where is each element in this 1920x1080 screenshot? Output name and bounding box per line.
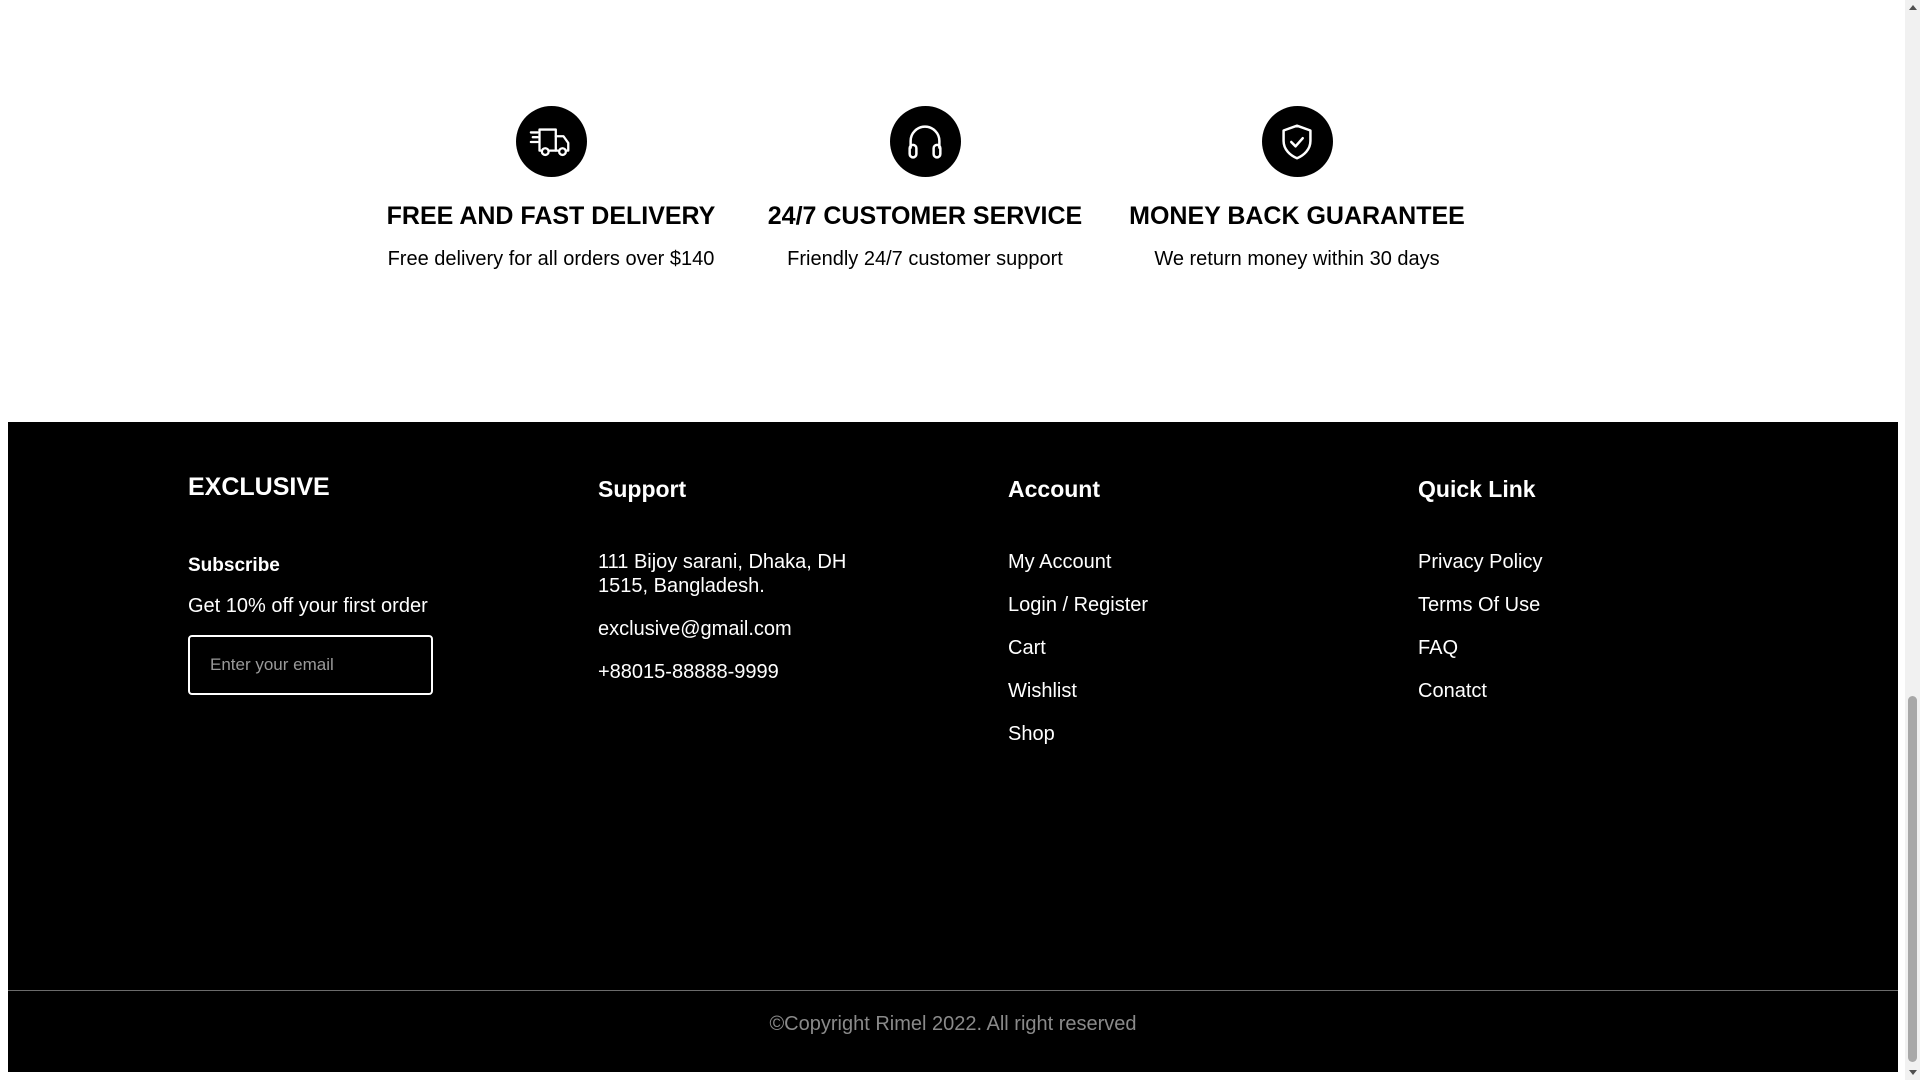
link-shop[interactable]: Shop: [1008, 722, 1388, 746]
support-list: 111 Bijoy sarani, Dhaka, DH 1515, Bangla…: [598, 550, 978, 684]
feature-title: FREE AND FAST DELIVERY: [386, 202, 716, 230]
feature-description: Friendly 24/7 customer support: [787, 248, 1063, 270]
support-address: 111 Bijoy sarani, Dhaka, DH 1515, Bangla…: [598, 550, 868, 598]
link-faq[interactable]: FAQ: [1418, 636, 1798, 660]
subscribe-title: Subscribe: [188, 555, 280, 576]
account-heading: Account: [1008, 476, 1100, 502]
feature-description: Free delivery for all orders over $140: [387, 248, 715, 270]
link-cart[interactable]: Cart: [1008, 636, 1388, 660]
link-login-register[interactable]: Login / Register: [1008, 593, 1388, 617]
feature-title: MONEY BACK GUARANTEE: [1129, 202, 1465, 230]
footer-divider: [8, 990, 1898, 991]
scroll-up-arrow-icon[interactable]: [1905, 0, 1920, 15]
link-my-account[interactable]: My Account: [1008, 550, 1388, 574]
link-contact[interactable]: Conatct: [1418, 679, 1798, 703]
link-terms-of-use[interactable]: Terms Of Use: [1418, 593, 1798, 617]
feature-customer-service: 24/7 CUSTOMER SERVICE Friendly 24/7 cust…: [725, 106, 1125, 271]
support-phone[interactable]: +88015-88888-9999: [598, 660, 978, 684]
vertical-scrollbar[interactable]: [1905, 0, 1920, 1080]
address-line-1: 111 Bijoy sarani, Dhaka, DH: [598, 551, 847, 573]
support-email[interactable]: exclusive@gmail.com: [598, 617, 978, 641]
quick-link-heading: Quick Link: [1418, 476, 1536, 502]
headphones-icon: [889, 106, 961, 177]
link-wishlist[interactable]: Wishlist: [1008, 679, 1388, 703]
feature-description: We return money within 30 days: [1154, 248, 1440, 270]
footer-quick-link-column: Quick Link Privacy Policy Terms Of Use F…: [1418, 472, 1798, 722]
link-privacy-policy[interactable]: Privacy Policy: [1418, 550, 1798, 574]
quick-links: Privacy Policy Terms Of Use FAQ Conatct: [1418, 550, 1798, 703]
brand-logo[interactable]: EXCLUSIVE: [188, 472, 568, 502]
delivery-truck-icon: [515, 106, 587, 177]
feature-money-back: MONEY BACK GUARANTEE We return money wit…: [1097, 106, 1497, 271]
copyright-text: ©Copyright Rimel 2022. All right reserve…: [769, 1013, 1137, 1035]
feature-delivery: FREE AND FAST DELIVERY Free delivery for…: [351, 106, 751, 271]
footer-support-column: Support 111 Bijoy sarani, Dhaka, DH 1515…: [598, 472, 978, 703]
account-links: My Account Login / Register Cart Wishlis…: [1008, 550, 1388, 746]
scrollbar-thumb[interactable]: [1908, 696, 1917, 1062]
features-section: FREE AND FAST DELIVERY Free delivery for…: [0, 0, 1906, 422]
subscribe-text: Get 10% off your first order: [188, 595, 428, 617]
scroll-down-arrow-icon[interactable]: [1905, 1065, 1920, 1080]
footer-account-column: Account My Account Login / Register Cart…: [1008, 472, 1388, 765]
feature-title: 24/7 CUSTOMER SERVICE: [767, 202, 1083, 230]
site-footer: EXCLUSIVE Subscribe Get 10% off your fir…: [8, 422, 1898, 1072]
shield-check-icon: [1261, 106, 1333, 177]
email-input[interactable]: [188, 635, 433, 695]
footer-brand-column: EXCLUSIVE Subscribe Get 10% off your fir…: [188, 472, 568, 695]
address-line-2: 1515, Bangladesh.: [598, 575, 765, 597]
support-heading: Support: [598, 476, 687, 502]
